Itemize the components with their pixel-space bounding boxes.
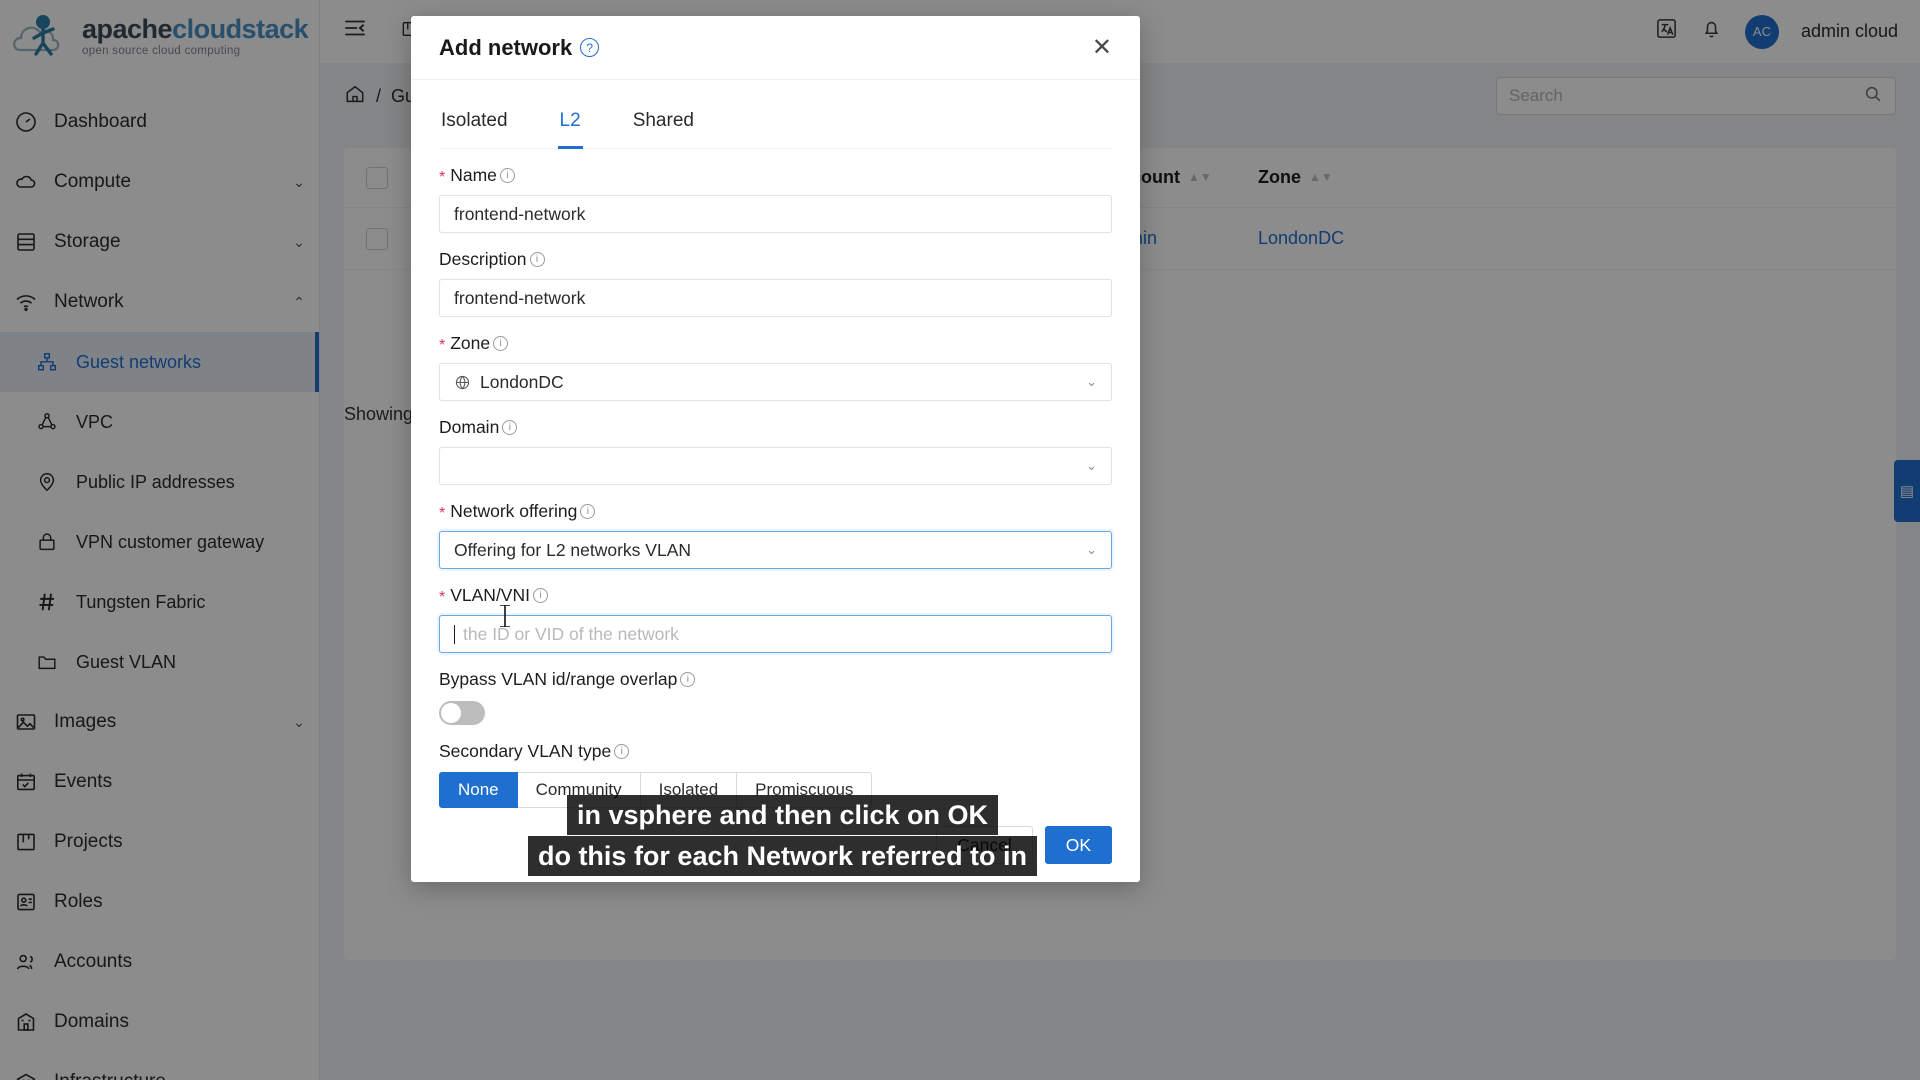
info-circle-icon[interactable]: i	[614, 744, 630, 759]
bypass-vlan-toggle[interactable]	[439, 701, 485, 725]
info-circle-icon[interactable]: i	[580, 504, 596, 519]
segment-none[interactable]: None	[439, 772, 518, 808]
mouse-cursor-icon	[498, 604, 512, 633]
name-input-value: frontend-network	[454, 203, 586, 224]
modal-header: Add network ? ✕	[411, 16, 1140, 80]
required-asterisk: *	[439, 504, 446, 522]
network-offering-select[interactable]: Offering for L2 networks VLAN ⌄	[439, 531, 1112, 569]
tab-isolated[interactable]: Isolated	[439, 98, 510, 149]
field-network-offering: * Network offering i Offering for L2 net…	[439, 501, 1112, 569]
vlan-vni-input[interactable]: the ID or VID of the network	[439, 615, 1112, 653]
description-input-value: frontend-network	[454, 287, 586, 308]
field-domain-label: Domain i	[439, 417, 1112, 438]
segment-isolated[interactable]: Isolated	[640, 772, 738, 808]
label-text: VLAN/VNI	[450, 585, 530, 605]
field-secondary-vlan-type: Secondary VLAN type i None Community Iso…	[439, 741, 1112, 808]
field-bypass-vlan-label: Bypass VLAN id/range overlap i	[439, 669, 1112, 690]
label-text: Network offering	[450, 501, 578, 521]
label-text: Secondary VLAN type	[439, 741, 612, 761]
description-input[interactable]: frontend-network	[439, 279, 1112, 317]
cancel-button[interactable]: Cancel	[936, 826, 1033, 864]
info-circle-icon[interactable]: i	[532, 588, 548, 603]
globe-icon	[454, 374, 471, 391]
network-offering-value: Offering for L2 networks VLAN	[454, 539, 692, 560]
tab-shared[interactable]: Shared	[631, 98, 696, 149]
secondary-vlan-type-segmented: None Community Isolated Promiscuous	[439, 772, 1112, 808]
info-circle-icon[interactable]: i	[493, 336, 509, 351]
modal-title: Add network	[439, 34, 573, 60]
label-text: Bypass VLAN id/range overlap	[439, 669, 678, 689]
network-type-tabs: Isolated L2 Shared	[439, 80, 1112, 149]
field-secondary-vlan-type-label: Secondary VLAN type i	[439, 741, 1112, 762]
field-description: Description i frontend-network	[439, 249, 1112, 317]
field-vlan-vni: * VLAN/VNI i the ID or VID of the networ…	[439, 585, 1112, 653]
field-domain: Domain i ⌄	[439, 417, 1112, 485]
question-circle-icon[interactable]: ?	[580, 38, 600, 57]
required-asterisk: *	[439, 336, 446, 354]
text-caret	[454, 624, 455, 644]
field-name: * Name i frontend-network	[439, 165, 1112, 233]
label-text: Description	[439, 249, 527, 269]
info-circle-icon[interactable]: i	[502, 420, 518, 435]
modal-body: Isolated L2 Shared * Name i frontend-net…	[411, 80, 1140, 882]
label-text: Zone	[450, 333, 491, 353]
ok-button[interactable]: OK	[1044, 826, 1112, 864]
chevron-down-icon[interactable]: ⌄	[1086, 542, 1097, 558]
zone-select[interactable]: LondonDC ⌄	[439, 363, 1112, 401]
field-name-label: * Name i	[439, 165, 1112, 186]
close-icon[interactable]: ✕	[1092, 35, 1112, 60]
field-network-offering-label: * Network offering i	[439, 501, 1112, 522]
label-text: Name	[450, 165, 497, 185]
field-zone: * Zone i LondonDC ⌄	[439, 333, 1112, 401]
info-circle-icon[interactable]: i	[680, 672, 696, 687]
label-text: Domain	[439, 417, 500, 437]
name-input[interactable]: frontend-network	[439, 195, 1112, 233]
info-circle-icon[interactable]: i	[499, 168, 515, 183]
tab-l2[interactable]: L2	[557, 98, 583, 149]
info-circle-icon[interactable]: i	[529, 252, 545, 267]
add-network-modal: Add network ? ✕ Isolated L2 Shared * Nam…	[411, 16, 1140, 882]
chevron-down-icon[interactable]: ⌄	[1086, 458, 1097, 474]
modal-footer: Cancel OK	[936, 826, 1112, 864]
field-vlan-vni-label: * VLAN/VNI i	[439, 585, 1112, 606]
vlan-vni-placeholder: the ID or VID of the network	[463, 623, 679, 644]
toggle-knob	[441, 703, 461, 723]
zone-select-value: LondonDC	[480, 371, 564, 392]
domain-select[interactable]: ⌄	[439, 447, 1112, 485]
required-asterisk: *	[439, 588, 446, 606]
field-bypass-vlan: Bypass VLAN id/range overlap i	[439, 669, 1112, 725]
required-asterisk: *	[439, 168, 446, 186]
segment-promiscuous[interactable]: Promiscuous	[737, 772, 873, 808]
segment-community[interactable]: Community	[517, 772, 641, 808]
field-zone-label: * Zone i	[439, 333, 1112, 354]
field-description-label: Description i	[439, 249, 1112, 270]
chevron-down-icon[interactable]: ⌄	[1086, 374, 1097, 390]
